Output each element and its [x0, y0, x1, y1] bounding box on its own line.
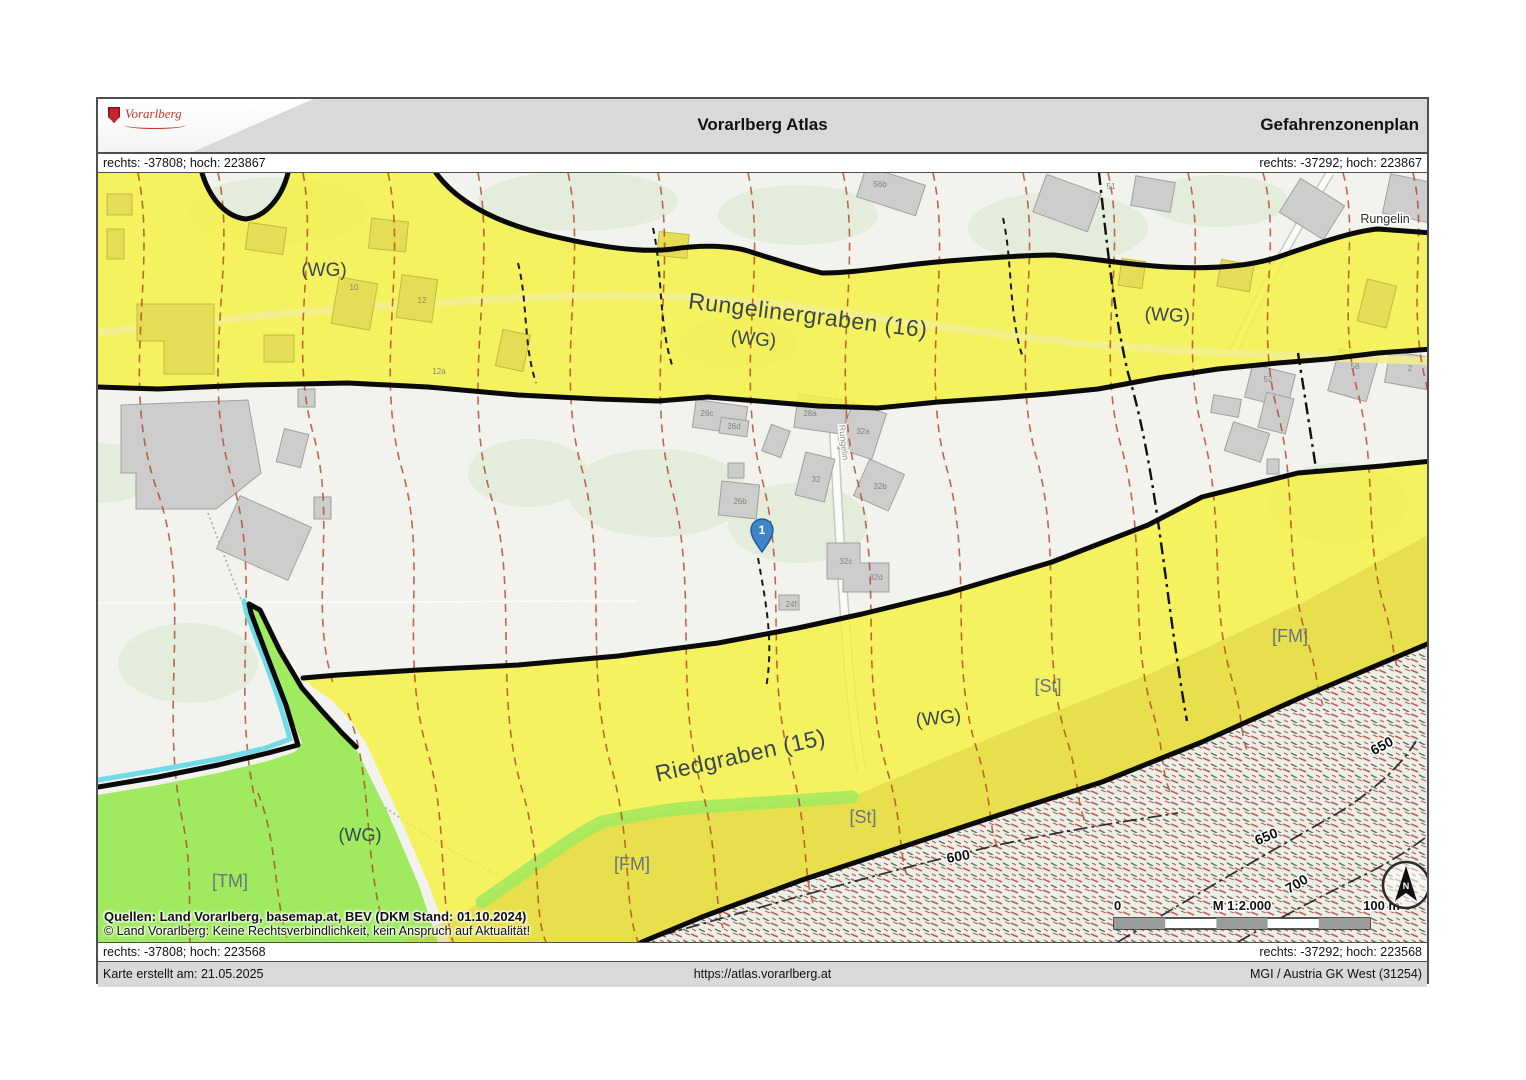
page-title: Vorarlberg Atlas [98, 115, 1427, 135]
header-bar: Vorarlberg Vorarlberg Atlas Gefahrenzone… [98, 99, 1427, 154]
svg-text:[TM]: [TM] [212, 871, 248, 891]
svg-text:(WG): (WG) [339, 825, 382, 845]
svg-text:58: 58 [1351, 362, 1360, 371]
coords-top-row: rechts: -37808; hoch: 223867 rechts: -37… [98, 154, 1427, 172]
svg-text:M 1:2.000: M 1:2.000 [1213, 898, 1272, 913]
svg-text:26b: 26b [733, 497, 747, 506]
svg-text:28a: 28a [803, 409, 817, 418]
svg-text:[FM]: [FM] [614, 854, 650, 874]
svg-text:32c: 32c [840, 557, 853, 566]
svg-text:51: 51 [1107, 182, 1116, 191]
svg-text:32d: 32d [869, 573, 882, 582]
svg-text:32a: 32a [856, 427, 870, 436]
atlas-url: https://atlas.vorarlberg.at [98, 962, 1427, 986]
svg-text:[FM]: [FM] [1272, 626, 1308, 646]
svg-text:10: 10 [350, 283, 359, 292]
svg-text:N: N [1403, 881, 1410, 891]
svg-text:52: 52 [1264, 375, 1273, 384]
map-sources: Quellen: Land Vorarlberg, basemap.at, BE… [104, 909, 530, 938]
coords-bottom-row: rechts: -37808; hoch: 223568 rechts: -37… [98, 943, 1427, 961]
hazard-map-svg: 56b 51 26c 26d 28a 32a 32 32b 26b 32c 32… [98, 173, 1427, 942]
svg-text:0: 0 [1114, 898, 1121, 913]
coord-top-right: rechts: -37292; hoch: 223867 [1259, 154, 1422, 172]
map-canvas[interactable]: 56b 51 26c 26d 28a 32a 32 32b 26b 32c 32… [98, 172, 1427, 943]
coord-bottom-left: rechts: -37808; hoch: 223568 [103, 943, 266, 961]
svg-text:(WG): (WG) [730, 327, 777, 352]
svg-text:1: 1 [759, 523, 766, 537]
svg-text:12a: 12a [432, 367, 446, 376]
north-arrow-icon: N [1383, 862, 1427, 908]
svg-text:2: 2 [1408, 364, 1413, 373]
svg-text:(WG): (WG) [1144, 304, 1190, 327]
sources-line2: © Land Vorarlberg: Keine Rechtsverbindli… [104, 924, 530, 938]
crs-label: MGI / Austria GK West (31254) [1250, 962, 1422, 986]
svg-text:(WG): (WG) [301, 260, 346, 281]
coord-top-left: rechts: -37808; hoch: 223867 [103, 154, 266, 172]
coord-bottom-right: rechts: -37292; hoch: 223568 [1259, 943, 1422, 961]
svg-text:26d: 26d [727, 422, 740, 431]
svg-text:[St]: [St] [1034, 676, 1061, 696]
svg-text:[St]: [St] [849, 807, 876, 827]
svg-text:32b: 32b [873, 482, 887, 491]
svg-text:32: 32 [812, 475, 821, 484]
plan-title: Gefahrenzonenplan [1260, 115, 1419, 135]
svg-text:24f: 24f [785, 600, 797, 609]
footer-bar: Karte erstellt am: 21.05.2025 https://at… [98, 961, 1427, 987]
svg-text:26c: 26c [701, 409, 714, 418]
print-frame: Vorarlberg Vorarlberg Atlas Gefahrenzone… [96, 97, 1429, 984]
svg-text:56b: 56b [873, 180, 887, 189]
svg-text:12: 12 [418, 296, 427, 305]
sources-line1: Quellen: Land Vorarlberg, basemap.at, BE… [104, 909, 530, 924]
place-label-rungelin: Rungelin [1360, 212, 1409, 226]
